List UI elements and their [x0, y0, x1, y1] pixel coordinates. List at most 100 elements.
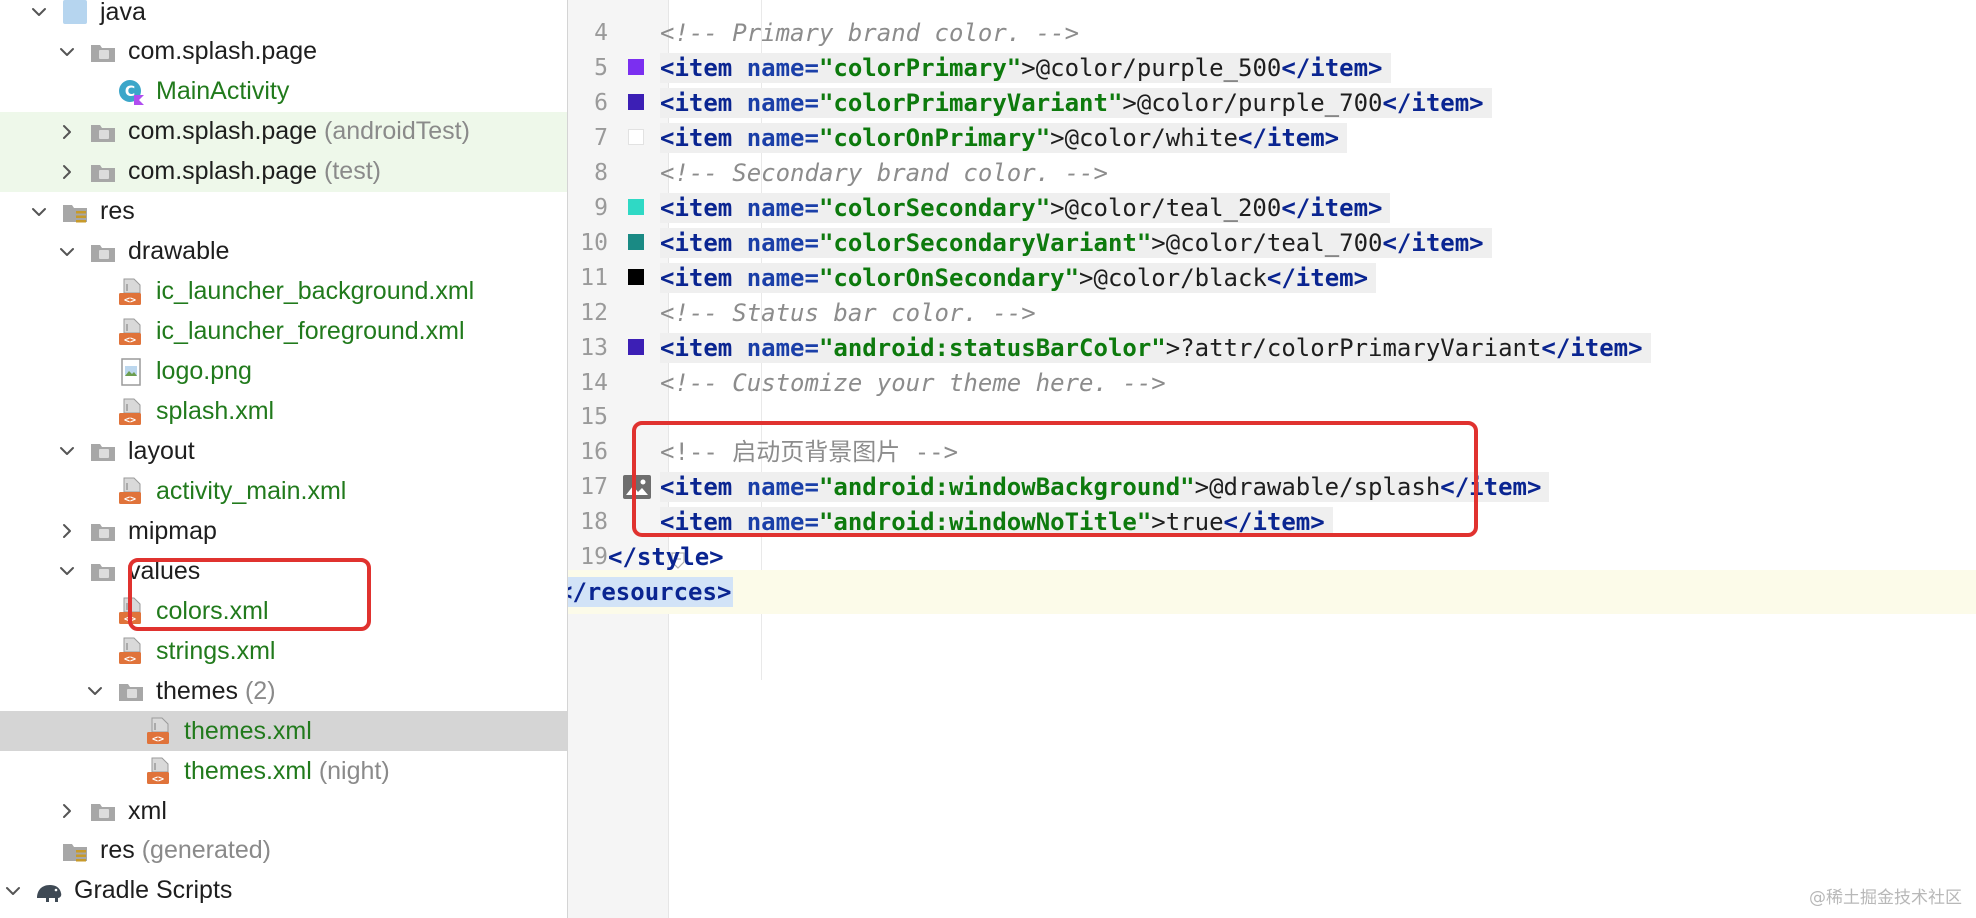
- tree-item[interactable]: themes (2): [0, 671, 567, 711]
- tree-item[interactable]: res: [0, 192, 567, 232]
- code-token: >@color/black: [1079, 263, 1267, 292]
- chevron-down-icon[interactable]: [0, 878, 26, 904]
- code-text: <!-- Secondary brand color. -->: [660, 158, 1108, 188]
- tree-item-label: mipmap: [128, 516, 217, 545]
- chevron-down-icon[interactable]: [82, 678, 108, 704]
- tree-item-suffix: (test): [324, 157, 381, 186]
- tree-item[interactable]: java: [0, 0, 567, 32]
- code-line[interactable]: 20</resources>: [568, 570, 1976, 615]
- code-token: >@color/teal_700: [1151, 228, 1383, 257]
- tree-item[interactable]: logo.png: [0, 352, 567, 392]
- line-number: 15: [580, 404, 608, 431]
- package-icon: [88, 237, 118, 267]
- tree-item[interactable]: <> themes.xml: [0, 711, 567, 752]
- code-token: </item>: [1382, 228, 1484, 257]
- highlight-box-code: [632, 421, 1478, 537]
- chevron-down-icon[interactable]: [26, 199, 52, 225]
- line-number: 17: [580, 474, 608, 501]
- code-token: name=: [746, 53, 819, 82]
- line-number: 8: [594, 159, 608, 186]
- tree-item[interactable]: xml: [0, 791, 567, 831]
- line-number: 10: [580, 229, 608, 256]
- color-swatch-icon[interactable]: [628, 128, 644, 145]
- tree-item[interactable]: com.splash.page: [0, 32, 567, 72]
- code-token: >@color/purple_500: [1021, 53, 1282, 82]
- xml-file-icon: <>: [144, 756, 174, 786]
- tree-item[interactable]: com.splash.page (androidTest): [0, 111, 567, 152]
- color-swatch-icon[interactable]: [628, 338, 644, 355]
- tree-item[interactable]: <> splash.xml: [0, 392, 567, 432]
- tree-item[interactable]: <> strings.xml: [0, 631, 567, 671]
- tree-item-label: xml: [128, 796, 167, 825]
- package-icon: [88, 436, 118, 466]
- tree-item-label: Gradle Scripts: [74, 876, 233, 905]
- code-text: <item name="colorSecondaryVariant">@colo…: [660, 227, 1492, 258]
- watermark-text: @稀土掘金技术社区: [1809, 888, 1962, 908]
- tree-item[interactable]: res (generated): [0, 831, 567, 871]
- chevron-down-icon[interactable]: [54, 39, 80, 65]
- line-number: 14: [580, 369, 608, 396]
- tree-item-label: com.splash.page: [128, 157, 318, 186]
- chevron-down-icon[interactable]: [26, 0, 52, 25]
- code-token: >@color/teal_200: [1050, 193, 1282, 222]
- code-token: </item>: [1281, 53, 1383, 82]
- tree-item[interactable]: <> activity_main.xml: [0, 471, 567, 511]
- code-text: <!-- Customize your theme here. -->: [660, 368, 1166, 398]
- tree-item-suffix: (androidTest): [324, 117, 470, 146]
- chevron-down-icon[interactable]: [54, 558, 80, 584]
- tree-item-label: java: [100, 0, 146, 26]
- chevron-right-icon[interactable]: [54, 518, 80, 544]
- svg-text:<>: <>: [152, 734, 164, 745]
- package-icon: [88, 556, 118, 586]
- tree-item-label: splash.xml: [156, 397, 275, 425]
- tree-item[interactable]: <> themes.xml (night): [0, 751, 567, 791]
- chevron-down-icon[interactable]: [54, 438, 80, 464]
- tree-item[interactable]: mipmap: [0, 511, 567, 551]
- code-token: <!-- Primary brand color. -->: [660, 19, 1080, 47]
- xml-file-icon: <>: [116, 317, 146, 347]
- kotlin-class-icon: C: [116, 77, 146, 107]
- code-text: <item name="colorPrimary">@color/purple_…: [660, 52, 1391, 83]
- tree-item[interactable]: <> ic_launcher_background.xml: [0, 272, 567, 312]
- code-token: name=: [746, 123, 819, 152]
- code-token: "colorOnSecondary": [818, 263, 1080, 292]
- res-folder-icon: [60, 836, 90, 866]
- package-icon: [88, 796, 118, 826]
- line-number: 5: [594, 54, 608, 81]
- chevron-right-icon[interactable]: [54, 798, 80, 824]
- gradle-elephant-icon: [34, 876, 64, 906]
- svg-text:<>: <>: [124, 295, 136, 306]
- tree-item[interactable]: layout: [0, 431, 567, 471]
- line-number: 18: [580, 509, 608, 536]
- tree-item[interactable]: C MainActivity: [0, 72, 567, 112]
- chevron-right-icon[interactable]: [54, 119, 80, 145]
- code-token: name=: [746, 263, 819, 292]
- code-text: <!-- Primary brand color. -->: [660, 18, 1079, 48]
- code-text: <item name="android:statusBarColor">?att…: [660, 332, 1651, 363]
- color-swatch-icon[interactable]: [628, 233, 644, 250]
- tree-item[interactable]: drawable: [0, 232, 567, 272]
- svg-text:<>: <>: [124, 415, 136, 426]
- code-token: "colorPrimaryVariant": [818, 88, 1123, 117]
- line-number: 7: [594, 124, 608, 151]
- tree-item[interactable]: <> ic_launcher_foreground.xml: [0, 312, 567, 352]
- color-swatch-icon[interactable]: [628, 93, 644, 110]
- svg-text:<>: <>: [152, 774, 164, 785]
- tree-item-label: drawable: [128, 237, 230, 266]
- color-swatch-icon[interactable]: [628, 268, 644, 285]
- tree-item[interactable]: com.splash.page (test): [0, 151, 567, 192]
- image-file-icon: [116, 357, 146, 387]
- tree-item[interactable]: Gradle Scripts: [0, 871, 567, 911]
- color-swatch-icon[interactable]: [628, 198, 644, 215]
- code-token: <item: [660, 53, 747, 82]
- chevron-right-icon[interactable]: [54, 159, 80, 185]
- color-swatch-icon[interactable]: [628, 58, 644, 75]
- package-icon: [88, 516, 118, 546]
- package-icon: [88, 157, 118, 187]
- chevron-down-icon[interactable]: [54, 239, 80, 265]
